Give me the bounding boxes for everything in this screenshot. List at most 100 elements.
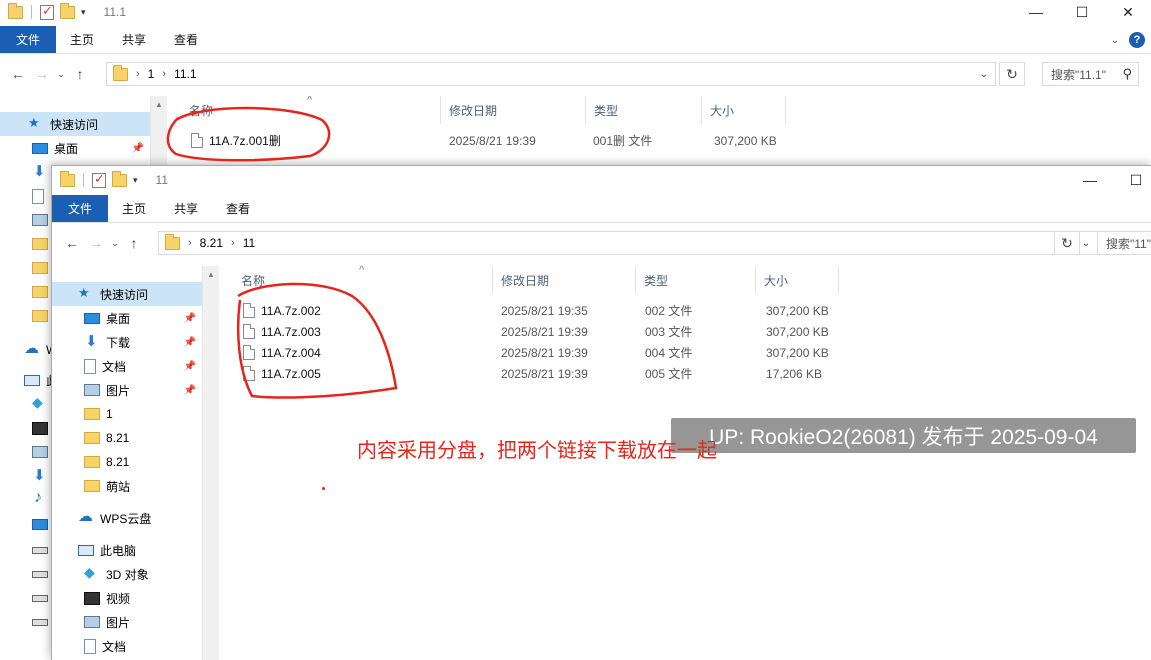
help-icon[interactable]: ?	[1129, 32, 1145, 48]
nav-quick-access[interactable]: 快速访问	[0, 112, 150, 136]
nav-item[interactable]: 图片	[52, 610, 202, 634]
drive-icon	[32, 570, 48, 578]
search-box[interactable]: 搜索"11.1" ⚲	[1042, 62, 1139, 86]
file-row[interactable]: 11A.7z.003 2025/8/21 19:39 003 文件 307,200 K…	[219, 321, 1151, 342]
minimize-button[interactable]: —	[1067, 168, 1113, 192]
nav-item[interactable]: 8.21	[52, 426, 202, 450]
customize-toolbar-icon[interactable]: ▾	[133, 175, 138, 186]
nav-label: 3D 对象	[106, 567, 149, 582]
nav-label: 视频	[106, 591, 131, 606]
breadcrumb-item[interactable]: 11	[243, 236, 255, 250]
up-arrow-icon[interactable]: ↑	[68, 66, 92, 82]
breadcrumb-item[interactable]: 1	[148, 67, 155, 81]
tab-view[interactable]: 查看	[160, 26, 212, 53]
pin-icon[interactable]: 📌	[184, 337, 196, 348]
drive-icon	[32, 546, 48, 554]
maximize-button[interactable]: ☐	[1059, 0, 1105, 24]
tab-home[interactable]: 主页	[56, 26, 108, 53]
nav-item[interactable]: 此电脑	[52, 538, 202, 562]
toolbar-separator	[83, 173, 84, 187]
tab-file[interactable]: 文件	[0, 26, 57, 53]
file-row[interactable]: 11A.7z.005 2025/8/21 19:39 005 文件 17,206 KB	[219, 363, 1151, 384]
scroll-up-icon[interactable]: ▲	[203, 266, 219, 283]
back-arrow-icon[interactable]: ←	[6, 66, 30, 82]
window-controls: — ☐	[1067, 168, 1151, 192]
address-bar[interactable]: › 8.21 › 11 ⌄	[158, 231, 1098, 255]
back-title-bar: ▾ 11.1 — ☐ ✕	[0, 0, 1151, 24]
column-type[interactable]: 类型	[636, 266, 756, 294]
pin-icon[interactable]: 📌	[184, 313, 196, 324]
nav-item[interactable]: 视频	[52, 586, 202, 610]
nav-item[interactable]: 下载 📌	[52, 330, 202, 354]
recent-locations-icon[interactable]: ⌄	[108, 238, 122, 249]
file-icon	[243, 345, 255, 360]
new-folder-icon[interactable]	[60, 2, 75, 19]
column-type[interactable]: 类型	[586, 96, 702, 124]
3d-objects-icon	[32, 394, 48, 411]
address-dropdown-icon[interactable]: ⌄	[973, 63, 995, 85]
breadcrumb-item[interactable]: 8.21	[200, 236, 223, 250]
column-size[interactable]: 大小	[702, 96, 786, 124]
pin-icon[interactable]: 📌	[184, 361, 196, 372]
file-type: 001删 文件	[593, 134, 653, 148]
file-icon	[243, 324, 255, 339]
close-button[interactable]: ✕	[1105, 0, 1151, 24]
refresh-button[interactable]: ↻	[1054, 231, 1080, 255]
nav-item[interactable]: 萌站	[52, 474, 202, 498]
file-row[interactable]: 11A.7z.004 2025/8/21 19:39 004 文件 307,200 K…	[219, 342, 1151, 363]
tab-share[interactable]: 共享	[160, 195, 212, 222]
ribbon-right-controls: ⌄ ?	[1111, 26, 1145, 54]
file-date: 2025/8/21 19:39	[501, 345, 588, 360]
forward-arrow-icon[interactable]: →	[84, 235, 108, 251]
new-folder-icon[interactable]	[112, 170, 127, 187]
file-row[interactable]: 11A.7z.002 2025/8/21 19:35 002 文件 307,200 K…	[219, 300, 1151, 321]
forward-arrow-icon[interactable]: →	[30, 66, 54, 82]
tab-share[interactable]: 共享	[108, 26, 160, 53]
column-size[interactable]: 大小	[756, 266, 839, 294]
tab-home[interactable]: 主页	[108, 195, 160, 222]
tab-file[interactable]: 文件	[52, 195, 109, 222]
nav-item[interactable]: 8.21	[52, 450, 202, 474]
address-bar[interactable]: › 1 › 11.1 ⌄	[106, 62, 996, 86]
nav-desktop[interactable]: 桌面 📌	[0, 136, 150, 160]
scroll-up-icon[interactable]: ▲	[151, 96, 167, 113]
nav-item[interactable]: 1	[52, 402, 202, 426]
tab-view[interactable]: 查看	[212, 195, 264, 222]
expand-ribbon-icon[interactable]: ⌄	[1111, 35, 1119, 46]
search-icon[interactable]: ⚲	[1122, 66, 1132, 82]
nav-label: 文档	[102, 359, 127, 374]
file-row[interactable]: 11A.7z.001删 2025/8/21 19:39 001删 文件 307,…	[167, 130, 1151, 151]
annotation-dot	[322, 487, 325, 490]
back-arrow-icon[interactable]: ←	[60, 235, 84, 251]
front-nav-scrollbar[interactable]: ▲	[202, 266, 219, 660]
recent-locations-icon[interactable]: ⌄	[54, 69, 68, 80]
nav-item[interactable]: 3D 对象	[52, 562, 202, 586]
nav-item[interactable]: 文档 📌	[52, 354, 202, 378]
breadcrumb-item[interactable]: 11.1	[174, 67, 196, 81]
nav-item[interactable]: 桌面 📌	[52, 306, 202, 330]
properties-icon[interactable]	[40, 3, 54, 20]
front-navigation-pane: 快速访问桌面 📌 下载 📌 文档 📌 图片 📌 1 8.21 8.21 萌站 WPS云盘此电脑 3D 对象…	[52, 282, 202, 660]
column-date[interactable]: 修改日期	[441, 96, 586, 124]
nav-item[interactable]: 快速访问	[52, 282, 202, 306]
file-date: 2025/8/21 19:39	[501, 366, 588, 381]
nav-item[interactable]: WPS云盘	[52, 506, 202, 530]
front-navigation-bar: ← → ⌄ ↑ › 8.21 › 11 ⌄ ↻ 搜索"11"	[52, 225, 1151, 261]
nav-item[interactable]: 文档	[52, 634, 202, 658]
column-date[interactable]: 修改日期	[493, 266, 636, 294]
file-icon	[243, 366, 255, 381]
customize-toolbar-icon[interactable]: ▾	[81, 7, 86, 18]
maximize-button[interactable]: ☐	[1113, 168, 1151, 192]
nav-item[interactable]: 图片 📌	[52, 378, 202, 402]
pin-icon[interactable]: 📌	[184, 385, 196, 396]
properties-icon[interactable]	[92, 171, 106, 188]
column-name[interactable]: 名称	[233, 266, 493, 294]
pin-icon[interactable]: 📌	[132, 143, 144, 154]
refresh-button[interactable]: ↻	[999, 62, 1025, 86]
column-name[interactable]: 名称	[181, 96, 441, 124]
search-box[interactable]: 搜索"11"	[1097, 231, 1151, 255]
minimize-button[interactable]: —	[1013, 0, 1059, 24]
up-arrow-icon[interactable]: ↑	[122, 235, 146, 251]
